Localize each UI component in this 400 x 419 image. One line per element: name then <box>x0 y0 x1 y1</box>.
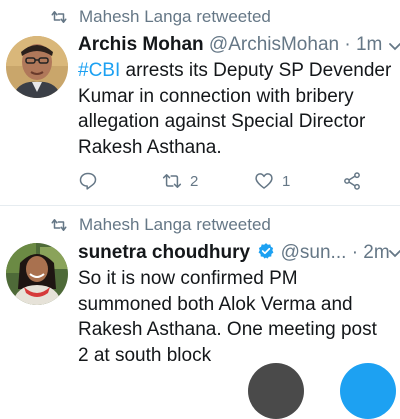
verified-badge-icon <box>258 243 274 259</box>
avatar[interactable] <box>6 36 68 98</box>
author-name[interactable]: Archis Mohan <box>78 34 204 55</box>
chevron-down-icon[interactable] <box>388 40 400 54</box>
author-name[interactable]: sunetra choudhury <box>78 242 250 263</box>
tweet-text-rest: arrests its Deputy SP Devender Kumar in … <box>78 60 392 158</box>
like-button[interactable]: 1 <box>254 169 290 193</box>
retweet-icon <box>162 174 182 188</box>
tweet-body: Archis Mohan @ArchisMohan · 1m #CBI arre… <box>78 33 392 160</box>
retweet-button[interactable]: 2 <box>162 169 198 193</box>
retweet-icon <box>51 11 67 23</box>
author-handle[interactable]: @ArchisMohan <box>209 34 339 55</box>
compose-tweet-button[interactable] <box>340 363 396 419</box>
tweet-card[interactable]: Mahesh Langa retweeted sunetra choudhury… <box>0 207 400 419</box>
tweet-body: sunetra choudhury @sun... · 2m So it is … <box>78 241 392 368</box>
floating-action-button[interactable] <box>248 363 304 419</box>
tweet-header: Archis Mohan @ArchisMohan · 1m <box>78 33 392 57</box>
like-count: 1 <box>282 172 291 190</box>
reply-icon <box>79 172 97 190</box>
tweet-text: So it is now confirmed PM summoned both … <box>78 268 377 366</box>
share-icon <box>344 172 360 190</box>
retweet-icon <box>51 219 67 231</box>
retweeted-by-text[interactable]: Mahesh Langa retweeted <box>79 7 271 27</box>
avatar[interactable] <box>6 243 68 305</box>
retweet-count: 2 <box>190 172 199 190</box>
author-handle[interactable]: @sun... <box>281 242 347 263</box>
tweet-text: #CBI arrests its Deputy SP Devender Kuma… <box>78 58 392 160</box>
retweeted-by-row: Mahesh Langa retweeted <box>0 6 400 28</box>
retweeted-by-text[interactable]: Mahesh Langa retweeted <box>79 215 271 235</box>
tweet-divider <box>0 205 400 206</box>
retweeted-by-row: Mahesh Langa retweeted <box>0 214 400 236</box>
chevron-down-icon[interactable] <box>388 247 400 261</box>
hashtag-link[interactable]: #CBI <box>78 60 120 81</box>
tweet-time[interactable]: 1m <box>356 34 382 55</box>
reply-button[interactable] <box>78 169 98 193</box>
tweet-actions: 2 1 <box>78 169 378 193</box>
header-separator: · <box>344 34 351 55</box>
tweet-card[interactable]: Mahesh Langa retweeted Archis Mohan @Arc… <box>0 0 400 206</box>
tweet-header: sunetra choudhury @sun... · 2m <box>78 241 392 265</box>
header-separator: · <box>351 242 359 263</box>
share-button[interactable] <box>342 169 362 193</box>
tweet-time[interactable]: 2m <box>363 242 389 263</box>
heart-icon <box>255 173 273 189</box>
